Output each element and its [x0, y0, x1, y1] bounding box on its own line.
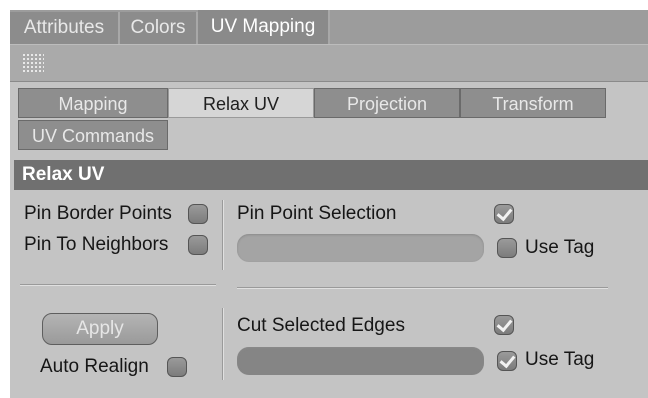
cut-selected-edges-field[interactable]: [237, 347, 484, 375]
pin-point-selection-label: Pin Point Selection: [237, 203, 397, 224]
divider-left: [20, 284, 216, 286]
section-header: Relax UV: [14, 160, 648, 190]
pin-to-neighbors-label: Pin To Neighbors: [24, 234, 169, 255]
cut-edges-use-tag-checkbox[interactable]: [497, 351, 517, 371]
cut-selected-edges-checkbox[interactable]: [494, 315, 514, 335]
tab-uv-mapping[interactable]: UV Mapping: [198, 10, 330, 44]
auto-realign-label: Auto Realign: [40, 356, 149, 377]
tab-attributes[interactable]: Attributes: [10, 12, 120, 44]
column-divider-bottom: [222, 308, 224, 380]
attribute-manager-panel: Attributes Colors UV Mapping Mapping Rel…: [10, 10, 648, 398]
pin-to-neighbors-checkbox[interactable]: [188, 235, 208, 255]
pin-point-selection-checkbox[interactable]: [494, 204, 514, 224]
pin-border-points-label: Pin Border Points: [24, 203, 172, 224]
apply-button[interactable]: Apply: [42, 313, 158, 345]
grip-icon[interactable]: [22, 53, 44, 73]
top-tab-bar: Attributes Colors UV Mapping: [10, 10, 648, 44]
pin-point-use-tag-checkbox[interactable]: [497, 238, 517, 258]
auto-realign-checkbox[interactable]: [167, 357, 187, 377]
pin-point-selection-field[interactable]: [237, 234, 484, 262]
cut-selected-edges-label: Cut Selected Edges: [237, 315, 405, 336]
pin-point-use-tag-label: Use Tag: [525, 237, 595, 258]
cut-edges-use-tag-label: Use Tag: [525, 349, 595, 370]
tab-colors[interactable]: Colors: [120, 12, 198, 44]
toolbar: [10, 44, 648, 82]
sub-tab-bar: Mapping Relax UV Projection Transform UV…: [18, 88, 648, 156]
tab-relax-uv[interactable]: Relax UV: [168, 88, 314, 118]
tab-mapping[interactable]: Mapping: [18, 88, 168, 118]
tab-projection[interactable]: Projection: [314, 88, 460, 118]
column-divider-top: [222, 200, 224, 270]
tab-uv-commands[interactable]: UV Commands: [18, 120, 168, 150]
divider-right: [237, 287, 608, 289]
pin-border-points-checkbox[interactable]: [188, 204, 208, 224]
tab-transform[interactable]: Transform: [460, 88, 606, 118]
